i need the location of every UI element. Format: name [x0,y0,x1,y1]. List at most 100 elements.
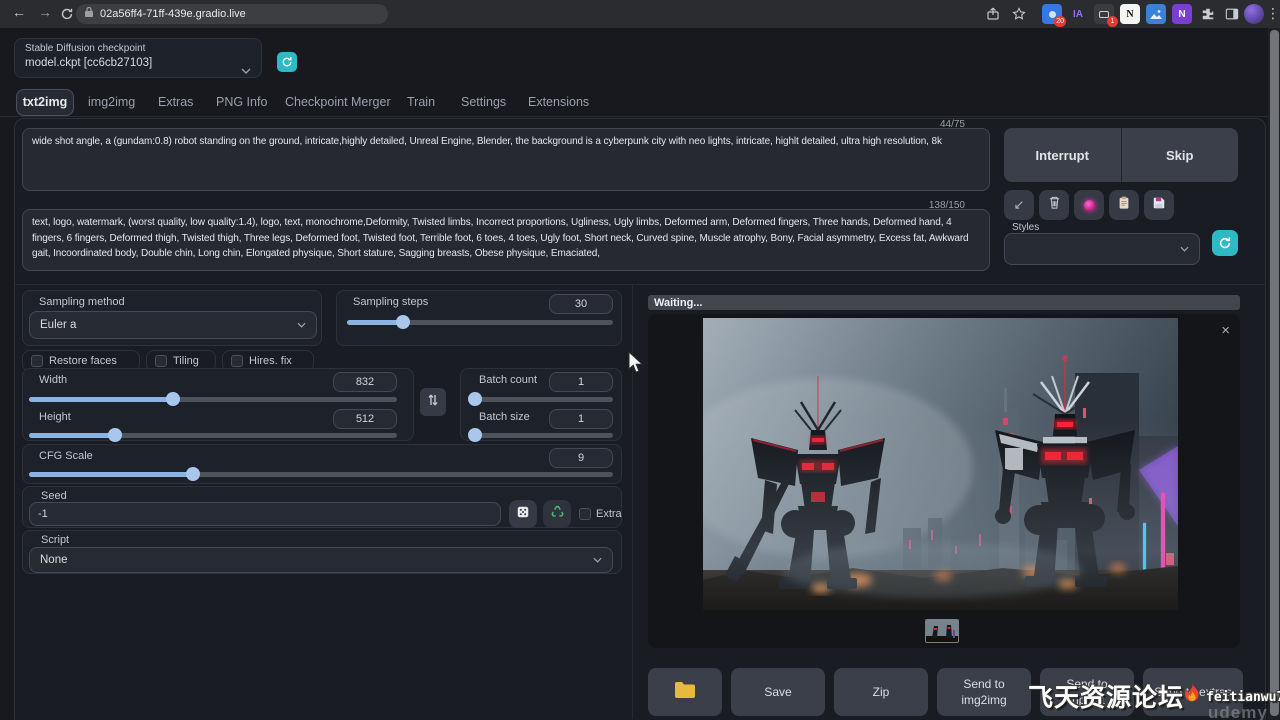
extensions-puzzle-icon[interactable] [1198,4,1218,24]
send-to-img2img-button[interactable]: Send to img2img [937,668,1031,716]
restore-faces-checkbox[interactable] [31,355,43,367]
tab-txt2img[interactable]: txt2img [16,89,74,116]
save-button[interactable]: Save [731,668,825,716]
restore-faces-label: Restore faces [49,355,117,367]
send-to-inpaint-button[interactable]: Send to inpaint [1040,668,1134,716]
close-icon[interactable]: × [1221,322,1230,339]
seed-group: Seed -1 Extra [22,486,622,528]
save-style-button[interactable] [1144,190,1174,220]
share-icon[interactable] [986,7,1000,26]
address-bar[interactable]: 02a56ff4-71ff-439e.gradio.live [76,4,388,24]
skip-button[interactable]: Skip [1122,128,1239,182]
height-slider[interactable] [29,428,397,442]
styles-label: Styles [1012,222,1039,233]
image-extension-icon[interactable] [1146,4,1166,24]
batch-size-label: Batch size [479,411,530,423]
script-label: Script [41,534,69,546]
checkpoint-value[interactable]: model.ckpt [cc6cb27103] [25,57,152,69]
recycle-icon [550,504,565,524]
tiling-label: Tiling [173,355,199,367]
cfg-slider[interactable] [29,467,613,481]
open-folder-button[interactable] [648,668,722,716]
batch-size-slider[interactable] [469,428,613,442]
styles-dropdown[interactable] [1004,233,1200,265]
tiling-checkbox[interactable] [155,355,167,367]
dimensions-group: Width 832 Height 512 [22,368,414,441]
pin-extension-icon[interactable]: 20 [1042,4,1062,24]
batch-size-value[interactable]: 1 [549,409,613,429]
purple-extension-icon[interactable]: N [1172,4,1192,24]
ia-extension-icon[interactable]: IA [1068,4,1088,24]
chevron-down-icon [593,554,602,566]
screenshot-extension-badge: 1 [1107,16,1118,27]
refresh-checkpoints-button[interactable] [277,52,297,72]
apply-style-button[interactable] [1109,190,1139,220]
tab-train[interactable]: Train [407,95,435,109]
hires-fix-checkbox[interactable] [231,355,243,367]
swap-dimensions-button[interactable] [420,388,446,416]
send-to-extras-button[interactable]: Send to extras [1143,668,1243,716]
reuse-seed-button[interactable] [543,500,571,528]
reload-icon[interactable] [60,7,74,26]
forward-icon[interactable]: → [38,4,52,20]
paste-params-button[interactable]: ↙ [1004,190,1034,220]
checkpoint-label: Stable Diffusion checkpoint [25,43,145,54]
zip-button[interactable]: Zip [834,668,928,716]
random-seed-button[interactable] [509,500,537,528]
width-value[interactable]: 832 [333,372,397,392]
back-icon[interactable]: ← [12,4,26,20]
width-label: Width [39,374,67,386]
sampling-steps-group: Sampling steps 30 [336,290,622,346]
sampling-method-dropdown[interactable]: Euler a [29,311,317,339]
gallery-thumbnail[interactable] [925,619,959,643]
generated-image[interactable] [703,318,1178,610]
scrollbar-track[interactable] [1268,28,1280,720]
browser-menu-icon[interactable]: ⋮ [1266,5,1280,22]
interrupt-button[interactable]: Interrupt [1004,128,1122,182]
cfg-value[interactable]: 9 [549,448,613,468]
generate-button-group: Interrupt Skip [1004,128,1238,182]
browser-toolbar: ← → 02a56ff4-71ff-439e.gradio.live 20 IA… [0,0,1280,28]
swap-arrows-icon [427,393,439,412]
sampling-method-label: Sampling method [39,296,125,308]
tab-settings[interactable]: Settings [461,95,506,109]
tab-checkpoint-merger[interactable]: Checkpoint Merger [285,95,391,109]
width-slider[interactable] [29,392,397,406]
cfg-label: CFG Scale [39,450,93,462]
dice-icon [516,505,530,524]
height-label: Height [39,411,71,423]
profile-avatar[interactable] [1244,4,1264,24]
height-value[interactable]: 512 [333,409,397,429]
clipboard-icon [1117,195,1131,215]
floppy-save-icon [1152,196,1166,215]
bookmark-star-icon[interactable] [1012,7,1026,26]
row-divider [15,284,1265,285]
southwest-arrow-icon: ↙ [1014,197,1025,213]
tab-png-info[interactable]: PNG Info [216,95,267,109]
sampling-steps-slider[interactable] [347,315,613,329]
screenshot-extension-icon[interactable]: 1 [1094,4,1114,24]
tab-extensions[interactable]: Extensions [528,95,589,109]
prompt-textarea[interactable]: wide shot angle, a (gundam:0.8) robot st… [22,128,990,191]
scrollbar-thumb[interactable] [1270,30,1279,716]
side-panel-icon[interactable] [1222,4,1242,24]
checkpoint-panel: Stable Diffusion checkpoint model.ckpt [… [14,38,262,78]
hires-fix-label: Hires. fix [249,355,292,367]
refresh-styles-button[interactable] [1212,230,1238,256]
sampling-method-group: Sampling method Euler a [22,290,322,346]
extra-networks-button[interactable] [1074,190,1104,220]
batch-count-label: Batch count [479,374,537,386]
notion-extension-icon[interactable]: N [1120,4,1140,24]
sampling-steps-value[interactable]: 30 [549,294,613,314]
script-dropdown[interactable]: None [29,547,613,573]
extra-seed-checkbox[interactable] [579,508,591,520]
pin-extension-badge: 20 [1054,16,1066,27]
negative-prompt-textarea[interactable]: text, logo, watermark, (worst quality, l… [22,209,990,271]
batch-count-value[interactable]: 1 [549,372,613,392]
tab-extras[interactable]: Extras [158,95,193,109]
chevron-down-icon [1180,243,1189,255]
clear-prompt-button[interactable] [1039,190,1069,220]
seed-input[interactable]: -1 [29,502,501,526]
tab-img2img[interactable]: img2img [88,95,135,109]
batch-count-slider[interactable] [469,392,613,406]
